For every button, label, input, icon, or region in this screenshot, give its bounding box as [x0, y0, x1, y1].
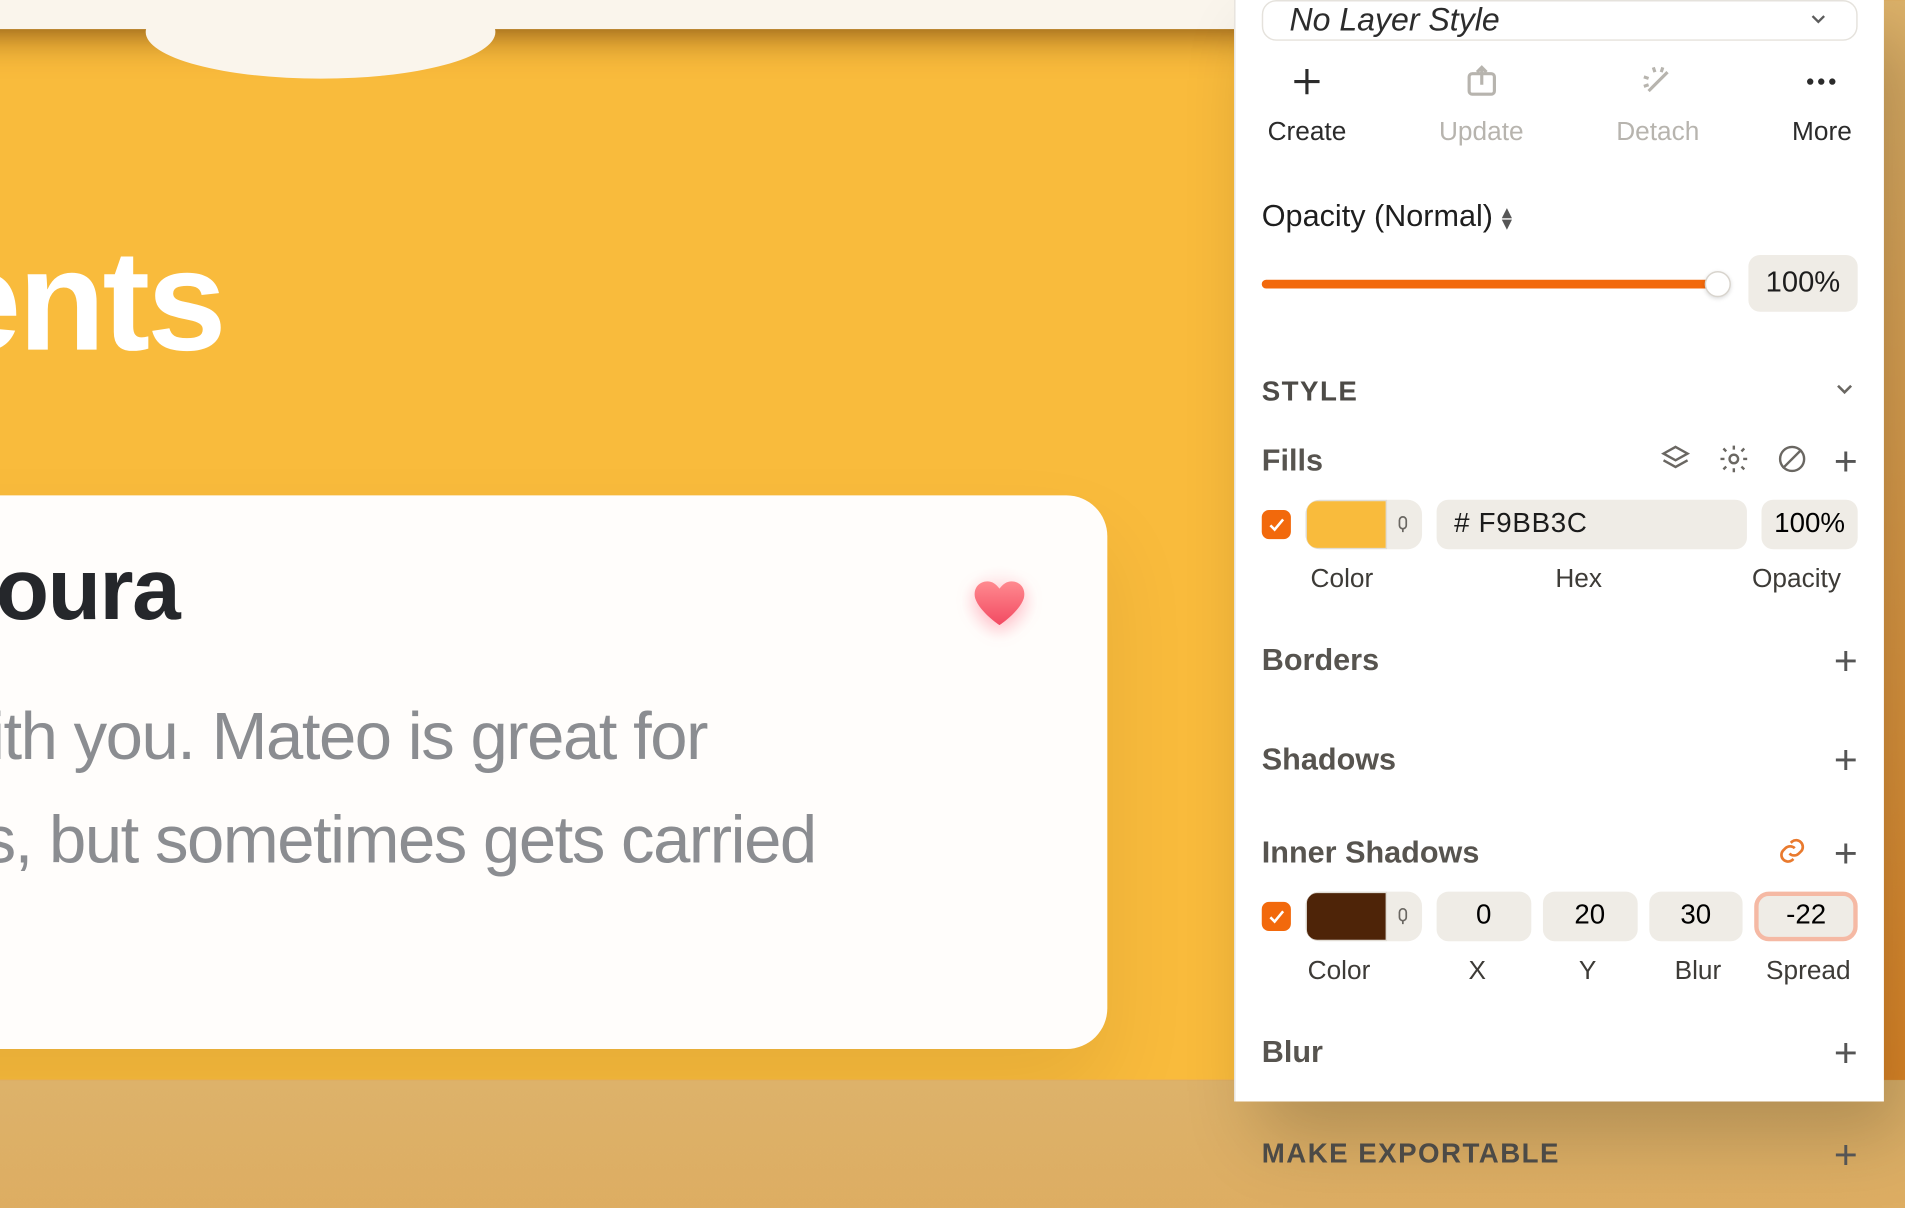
- card-body-text: ee with you. Mateo is great for nners, b…: [0, 685, 1020, 997]
- add-blur-button[interactable]: +: [1834, 1033, 1858, 1074]
- more-icon: [1802, 61, 1843, 102]
- inner-shadow-color-swatch[interactable]: [1305, 892, 1387, 942]
- update-icon: [1461, 61, 1502, 102]
- detach-icon: [1637, 61, 1678, 102]
- blur-label: Blur: [1262, 1036, 1323, 1071]
- layer-style-select[interactable]: No Layer Style: [1262, 0, 1858, 41]
- layer-style-value: No Layer Style: [1289, 1, 1499, 39]
- inner-shadows-label: Inner Shadows: [1262, 836, 1480, 871]
- inner-shadow-y-input[interactable]: 20: [1543, 892, 1637, 942]
- comment-card[interactable]: a Moura ee with you. Mateo is great for …: [0, 495, 1107, 1049]
- create-button[interactable]: Create: [1268, 61, 1347, 147]
- ish-col-label-y: Y: [1538, 956, 1637, 987]
- fill-col-label-opacity: Opacity: [1735, 564, 1857, 595]
- ish-col-label-blur: Blur: [1649, 956, 1748, 987]
- gear-icon[interactable]: [1717, 442, 1749, 481]
- plus-icon: [1287, 61, 1328, 102]
- chevron-down-icon[interactable]: [1831, 376, 1857, 410]
- shadows-label: Shadows: [1262, 743, 1396, 778]
- inner-shadow-enabled-checkbox[interactable]: [1262, 902, 1291, 931]
- add-inner-shadow-button[interactable]: +: [1834, 833, 1858, 874]
- ish-col-label-color: Color: [1262, 956, 1416, 987]
- ish-col-label-x: X: [1428, 956, 1527, 987]
- card-author-fragment: a Moura: [0, 539, 179, 640]
- layers-icon[interactable]: [1659, 442, 1691, 481]
- inner-shadow-spread-input[interactable]: -22: [1755, 892, 1858, 942]
- fill-col-label-color: Color: [1262, 564, 1422, 595]
- fill-enabled-checkbox[interactable]: [1262, 510, 1291, 539]
- inner-shadow-x-input[interactable]: 0: [1437, 892, 1531, 942]
- add-border-button[interactable]: +: [1834, 641, 1858, 682]
- disable-icon[interactable]: [1776, 442, 1808, 481]
- opacity-slider[interactable]: [1262, 279, 1728, 288]
- add-fill-button[interactable]: +: [1834, 441, 1858, 482]
- more-button[interactable]: More: [1792, 61, 1852, 147]
- fill-color-swatch[interactable]: [1305, 500, 1387, 550]
- chevron-down-icon: [1807, 1, 1830, 39]
- borders-label: Borders: [1262, 644, 1379, 679]
- add-shadow-button[interactable]: +: [1834, 740, 1858, 781]
- fill-opacity-input[interactable]: 100%: [1762, 500, 1858, 550]
- fill-col-label-hex: Hex: [1422, 564, 1735, 595]
- canvas-area[interactable]: ents a Moura ee with you. Mateo is great…: [0, 0, 1234, 1080]
- ish-col-label-spread: Spread: [1759, 956, 1858, 987]
- opacity-blend-select[interactable]: Opacity (Normal) ▴▾: [1262, 200, 1858, 235]
- heart-icon[interactable]: [962, 565, 1038, 641]
- inner-shadow-blur-input[interactable]: 30: [1649, 892, 1743, 942]
- add-export-button[interactable]: +: [1834, 1135, 1858, 1176]
- hero-title-fragment: ents: [0, 219, 224, 384]
- slider-thumb[interactable]: [1704, 270, 1730, 296]
- inspector-panel: No Layer Style Create Update Detach More: [1234, 0, 1884, 1101]
- fills-label: Fills: [1262, 444, 1323, 479]
- color-picker-icon[interactable]: [1387, 500, 1422, 550]
- opacity-value-input[interactable]: 100%: [1748, 255, 1858, 312]
- make-exportable-label: MAKE EXPORTABLE: [1262, 1139, 1560, 1171]
- link-icon[interactable]: [1776, 834, 1808, 873]
- stepper-icon: ▴▾: [1502, 205, 1512, 229]
- fill-hex-input[interactable]: # F9BB3C: [1437, 500, 1747, 550]
- style-section-title: STYLE: [1262, 377, 1359, 409]
- update-button: Update: [1439, 61, 1524, 147]
- color-picker-icon[interactable]: [1387, 892, 1422, 942]
- detach-button: Detach: [1616, 61, 1699, 147]
